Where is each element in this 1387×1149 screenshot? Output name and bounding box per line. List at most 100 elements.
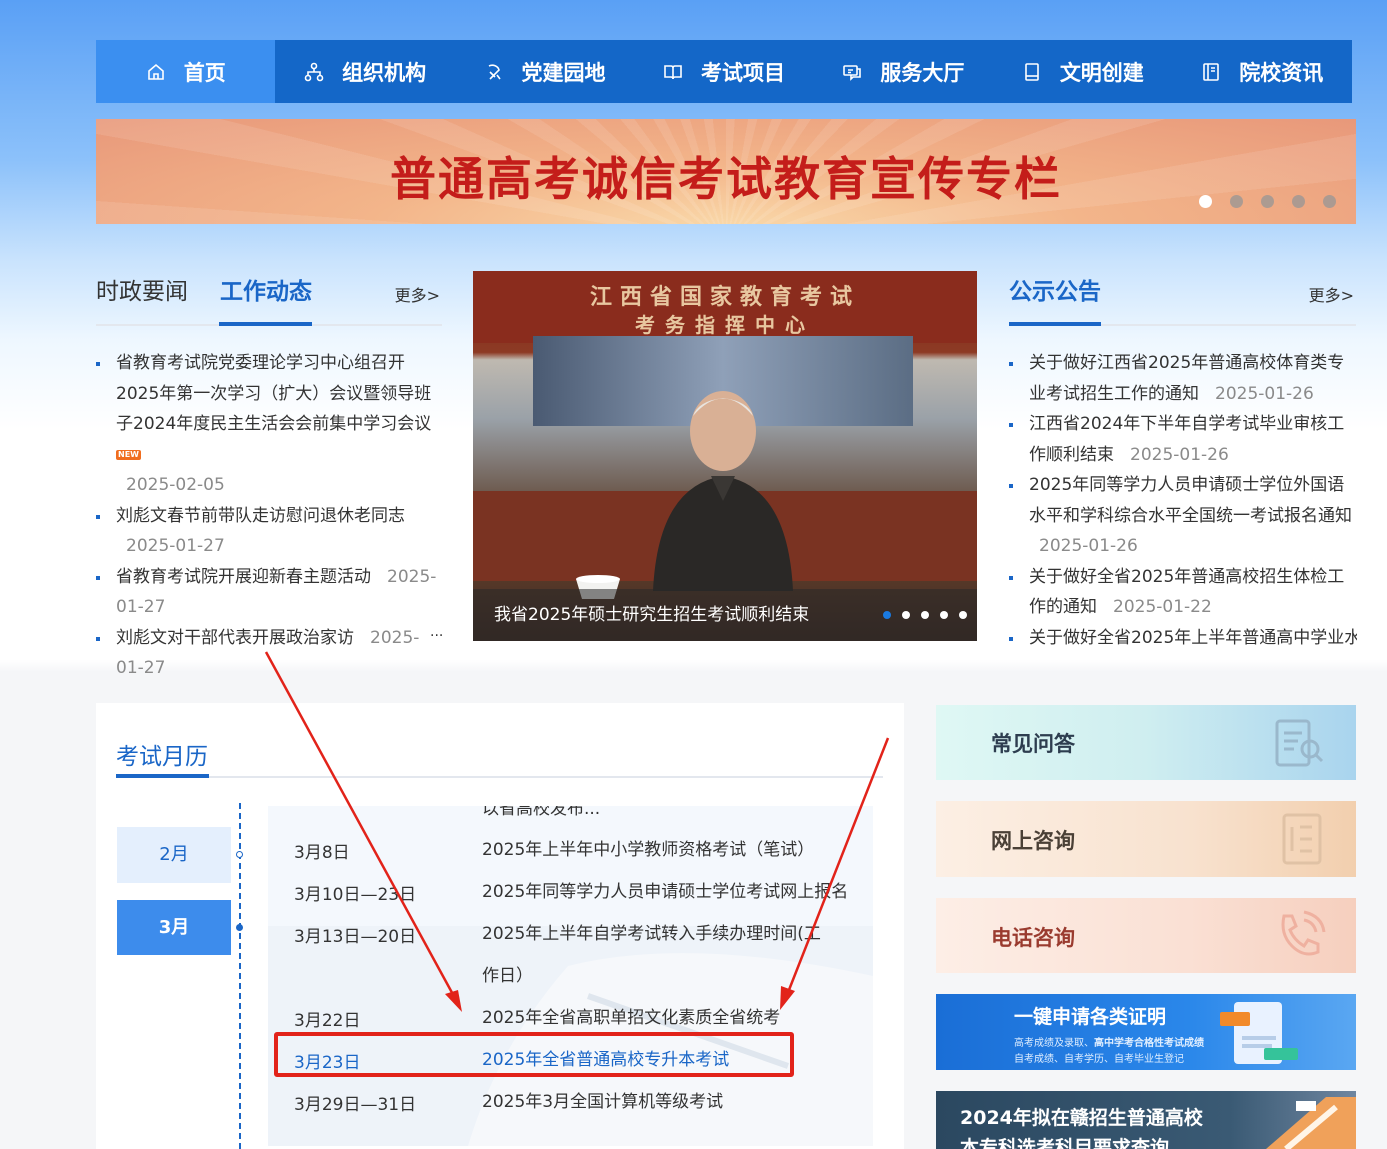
banner-dot-3[interactable] <box>1261 195 1274 208</box>
certificate-line1-b: 高中学考合格性考试成绩 <box>1094 1038 1204 1049</box>
news-item-title: 省教育考试院党委理论学习中心组召开2025年第一次学习（扩大）会议暨领导班子20… <box>116 353 432 434</box>
phone-consult-card[interactable]: 电话咨询 <box>936 898 1356 973</box>
notice-title-underline <box>1009 322 1101 326</box>
certificate-banner[interactable]: 一键申请各类证明 高考成绩及录取、高中学考合格性考试成绩 自考成绩、自考学历、自… <box>936 994 1356 1070</box>
nav-organization-label: 组织机构 <box>342 60 427 85</box>
news-item-3[interactable]: 省教育考试院开展迎新春主题活动 2025-01-27 <box>96 562 442 623</box>
notice-item-4[interactable]: 关于做好全省2025年普通高校招生体检工作的通知 2025-01-22 <box>1009 562 1359 623</box>
phone-consult-label: 电话咨询 <box>991 926 1075 950</box>
nav-college-news[interactable]: 院校资讯 <box>1173 40 1352 103</box>
event-row[interactable]: 3月8日 2025年上半年中小学教师资格考试（笔试） <box>268 829 873 871</box>
event-partial-text: 以省高校发布... <box>482 806 601 819</box>
event-date: 3月8日 <box>294 843 350 863</box>
nav-civilization[interactable]: 文明创建 <box>993 40 1172 103</box>
nav-organization[interactable]: 组织机构 <box>275 40 454 103</box>
photo-dot-3[interactable] <box>921 611 929 619</box>
home-icon <box>147 63 164 80</box>
nav-exam-projects[interactable]: 考试项目 <box>634 40 813 103</box>
nav-home-label: 首页 <box>183 60 226 85</box>
speaker-figure <box>653 391 793 591</box>
banner-dot-4[interactable] <box>1292 195 1305 208</box>
pencil-paper-illustration <box>1266 1097 1356 1149</box>
notice-item-date: 2025-01-22 <box>1113 597 1212 617</box>
faq-card[interactable]: 常见问答 <box>936 705 1356 780</box>
nav-service-hall-label: 服务大厅 <box>880 60 965 85</box>
new-badge: NEW <box>116 449 141 460</box>
nav-party[interactable]: 党建园地 <box>455 40 634 103</box>
document-icon <box>1203 62 1220 81</box>
event-date: 3月10日—23日 <box>294 885 417 905</box>
news-item-1[interactable]: 省教育考试院党委理论学习中心组召开2025年第一次学习（扩大）会议暨领导班子20… <box>96 348 442 501</box>
news-item-title: 省教育考试院开展迎新春主题活动 <box>116 566 371 587</box>
photo-carousel[interactable]: 江西省国家教育考试 考务指挥中心 我省2025年硕士研究生招生考试顺利结束 <box>473 271 977 641</box>
news-list: 省教育考试院党委理论学习中心组召开2025年第一次学习（扩大）会议暨领导班子20… <box>96 348 442 684</box>
news-item-date: 2025-02-05 <box>126 475 225 495</box>
event-row[interactable]: 3月10日—23日 2025年同等学力人员申请硕士学位考试网上报名 <box>268 871 873 913</box>
main-nav: 首页 组织机构 党建园地 考试项目 服务大厅 文明创建 院校资讯 <box>96 40 1352 103</box>
certificate-line2: 自考成绩、自考学历、自考毕业生登记 <box>1014 1054 1184 1065</box>
party-emblem-icon <box>488 63 501 80</box>
news-ellipsis: ... <box>430 624 444 640</box>
tab-work-updates[interactable]: 工作动态 <box>220 272 312 306</box>
banner-dot-5[interactable] <box>1323 195 1336 208</box>
event-date: 3月13日—20日 <box>294 927 417 947</box>
event-name: 2025年同等学力人员申请硕士学位考试网上报名 <box>482 882 849 902</box>
notice-item-title: 关于做好全省2025年上半年普通高中学业水 <box>1029 627 1357 648</box>
calendar-title: 考试月历 <box>116 744 208 770</box>
notice-item-1[interactable]: 关于做好江西省2025年普通高校体育类专业考试招生工作的通知 2025-01-26 <box>1009 348 1359 409</box>
event-row[interactable]: 3月13日—20日 2025年上半年自学考试转入手续办理时间(工作日） <box>268 913 873 997</box>
photo-dot-4[interactable] <box>940 611 948 619</box>
online-form-icon <box>1282 813 1322 865</box>
notice-item-date: 2025-01-26 <box>1039 536 1138 556</box>
certificate-line1-a: 高考成绩及录取、 <box>1014 1038 1094 1049</box>
notice-item-3[interactable]: 2025年同等学力人员申请硕士学位外国语水平和学科综合水平全国统一考试报名通知 2… <box>1009 470 1359 562</box>
photo-dot-2[interactable] <box>902 611 910 619</box>
faq-label: 常见问答 <box>991 732 1075 756</box>
event-name: 2025年上半年中小学教师资格考试（笔试） <box>482 840 815 860</box>
service-chat-icon <box>843 64 862 81</box>
subject-query-line1: 2024年拟在赣招生普通高校 <box>960 1107 1203 1129</box>
annotation-highlight-box <box>274 1032 794 1077</box>
meeting-sign-line2: 考务指挥中心 <box>635 313 815 337</box>
event-date: 3月22日 <box>294 1011 361 1031</box>
news-item-2[interactable]: 刘彪文春节前带队走访慰问退休老同志 2025-01-27 <box>96 501 442 562</box>
certificate-illustration <box>1220 1002 1298 1064</box>
book-icon <box>664 64 682 79</box>
notice-title[interactable]: 公示公告 <box>1009 272 1101 306</box>
photo-dot-1[interactable] <box>883 611 891 619</box>
tab-political-news[interactable]: 时政要闻 <box>96 272 188 306</box>
event-row[interactable]: 3月29日—31日 2025年3月全国计算机等级考试 <box>268 1081 873 1123</box>
online-consult-label: 网上咨询 <box>991 829 1075 853</box>
photo-dot-5[interactable] <box>959 611 967 619</box>
banner-dot-2[interactable] <box>1230 195 1243 208</box>
online-consult-card[interactable]: 网上咨询 <box>936 801 1356 877</box>
promo-banner[interactable]: 普通高考诚信考试教育宣传专栏 <box>96 119 1356 224</box>
nav-service-hall[interactable]: 服务大厅 <box>814 40 993 103</box>
notice-more-link[interactable]: 更多> <box>1309 282 1354 306</box>
calendar-title-underline <box>116 774 209 778</box>
org-chart-icon <box>304 62 324 81</box>
month-tab-feb[interactable]: 2月 <box>117 827 231 883</box>
notice-item-5[interactable]: 关于做好全省2025年上半年普通高中学业水 <box>1009 623 1357 654</box>
faq-document-search-icon <box>1275 719 1324 767</box>
banner-dot-1[interactable] <box>1199 195 1212 208</box>
nav-home[interactable]: 首页 <box>96 40 276 103</box>
nav-civilization-label: 文明创建 <box>1059 60 1144 85</box>
certificate-line1: 高考成绩及录取、高中学考合格性考试成绩 <box>1014 1034 1204 1049</box>
news-more-link[interactable]: 更多> <box>395 282 440 306</box>
photo-slide-dots <box>883 611 967 619</box>
news-item-title: 刘彪文对干部代表开展政治家访 <box>116 627 354 648</box>
subject-requirement-banner[interactable]: 2024年拟在赣招生普通高校 本专科选考科目要求查询 <box>936 1091 1356 1149</box>
news-item-4[interactable]: 刘彪文对干部代表开展政治家访 2025-01-27 <box>96 623 442 684</box>
news-item-title: 刘彪文春节前带队走访慰问退休老同志 <box>116 505 405 526</box>
event-name: 2025年上半年自学考试转入手续办理时间(工作日） <box>482 924 821 986</box>
news-item-date: 2025-01-27 <box>126 536 225 556</box>
notice-item-2[interactable]: 江西省2024年下半年自学考试毕业审核工作顺利结束 2025-01-26 <box>1009 409 1359 470</box>
notebook-icon <box>1025 62 1039 81</box>
notice-item-date: 2025-01-26 <box>1215 383 1314 404</box>
event-name: 2025年3月全国计算机等级考试 <box>482 1092 724 1112</box>
meeting-sign-line1: 江西省国家教育考试 <box>589 285 860 310</box>
notice-header: 公示公告 更多> <box>1009 268 1356 326</box>
month-tab-mar[interactable]: 3月 <box>117 900 231 955</box>
banner-title: 普通高考诚信考试教育宣传专栏 <box>390 152 1062 206</box>
